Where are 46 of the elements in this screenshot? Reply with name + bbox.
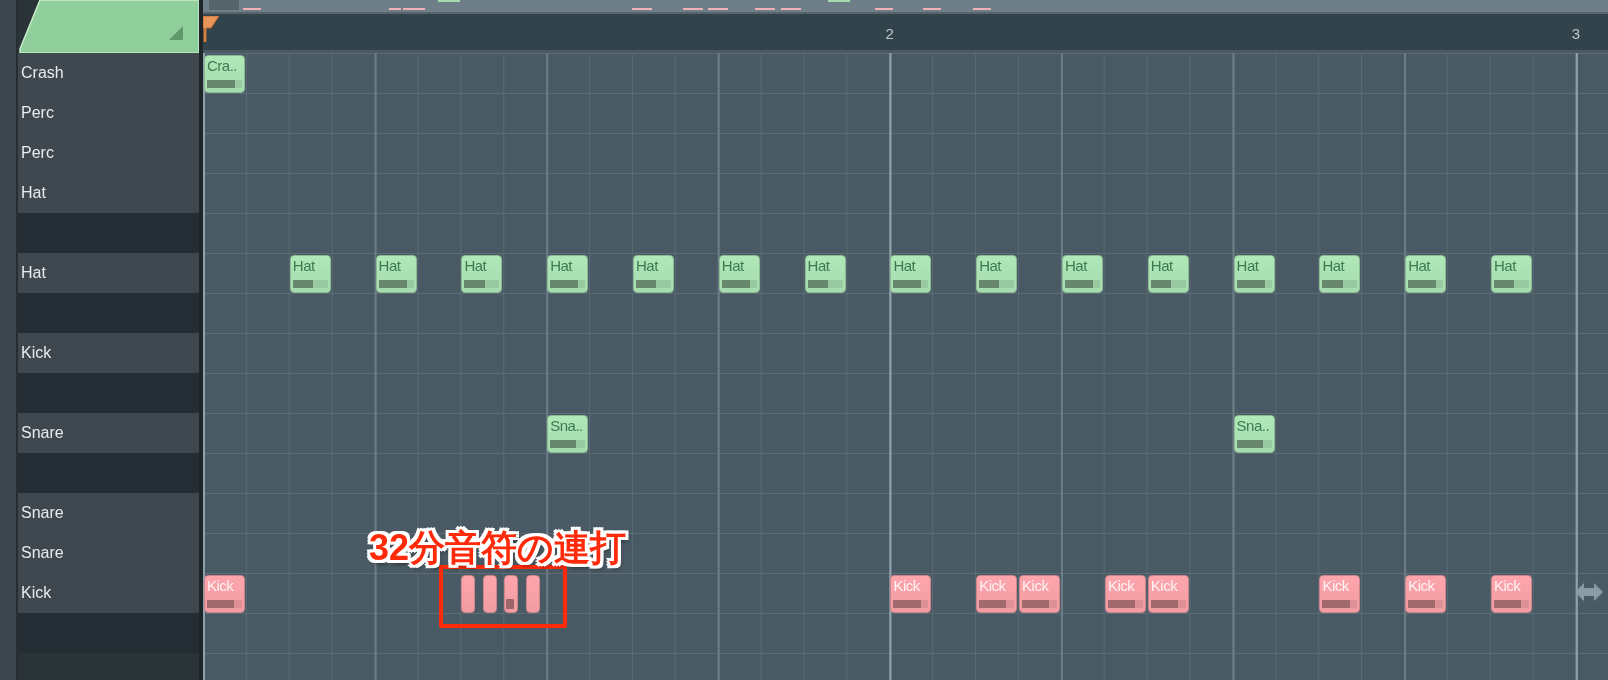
note-block[interactable]: Hat xyxy=(1405,255,1447,293)
key-label[interactable]: Hat xyxy=(18,173,199,213)
note-block[interactable]: Kick xyxy=(1405,575,1447,613)
note-block[interactable]: Kick xyxy=(1019,575,1061,613)
key-label[interactable]: Crash xyxy=(18,53,199,93)
note-block[interactable] xyxy=(504,575,519,613)
note-block[interactable] xyxy=(482,575,497,613)
note-block[interactable]: Hat xyxy=(1491,255,1532,293)
key-label[interactable]: Hat xyxy=(18,253,199,293)
bar-number: 3 xyxy=(1571,24,1581,44)
note-block[interactable]: Hat xyxy=(633,255,674,293)
note-block[interactable]: Kick xyxy=(976,575,1018,613)
note-block[interactable]: Kick xyxy=(1104,575,1146,613)
playhead-marker-icon[interactable] xyxy=(203,16,219,42)
note-block[interactable]: Hat xyxy=(1147,255,1189,293)
note-block[interactable]: Hat xyxy=(890,255,932,293)
bar-number: 2 xyxy=(885,24,894,44)
note-block[interactable] xyxy=(525,575,540,613)
note-block[interactable] xyxy=(461,575,476,613)
key-label[interactable]: Snare xyxy=(18,413,199,453)
note-block[interactable]: Kick xyxy=(1147,575,1189,613)
note-block[interactable]: Hat xyxy=(804,255,846,293)
key-label[interactable]: Perc xyxy=(18,133,199,173)
note-block[interactable]: Sna.. xyxy=(1233,415,1275,453)
annotation-caption: 32分音符の連打 xyxy=(369,526,627,570)
key-label[interactable]: Perc xyxy=(18,93,199,133)
key-label[interactable]: Snare xyxy=(18,533,199,573)
note-block[interactable]: Cra.. xyxy=(204,55,245,93)
key-label[interactable]: Kick xyxy=(18,333,199,373)
note-block[interactable]: Kick xyxy=(890,575,932,613)
note-block[interactable]: Hat xyxy=(1233,255,1275,293)
key-label[interactable]: Snare xyxy=(18,493,199,533)
note-block[interactable]: Hat xyxy=(375,255,417,293)
key-label[interactable]: Kick xyxy=(18,573,199,613)
note-block[interactable]: Hat xyxy=(718,255,760,293)
note-block[interactable]: Hat xyxy=(461,255,503,293)
note-block[interactable]: Hat xyxy=(1062,255,1103,293)
note-block[interactable]: Hat xyxy=(547,255,589,293)
note-block[interactable]: Hat xyxy=(289,255,331,293)
note-block[interactable]: Kick xyxy=(1491,575,1532,613)
note-block[interactable]: Hat xyxy=(976,255,1018,293)
note-block[interactable]: Kick xyxy=(204,575,245,613)
resize-arrows-icon[interactable] xyxy=(1575,582,1603,602)
note-block[interactable]: Kick xyxy=(1319,575,1361,613)
note-block[interactable]: Sna.. xyxy=(547,415,589,453)
note-block[interactable]: Hat xyxy=(1319,255,1361,293)
